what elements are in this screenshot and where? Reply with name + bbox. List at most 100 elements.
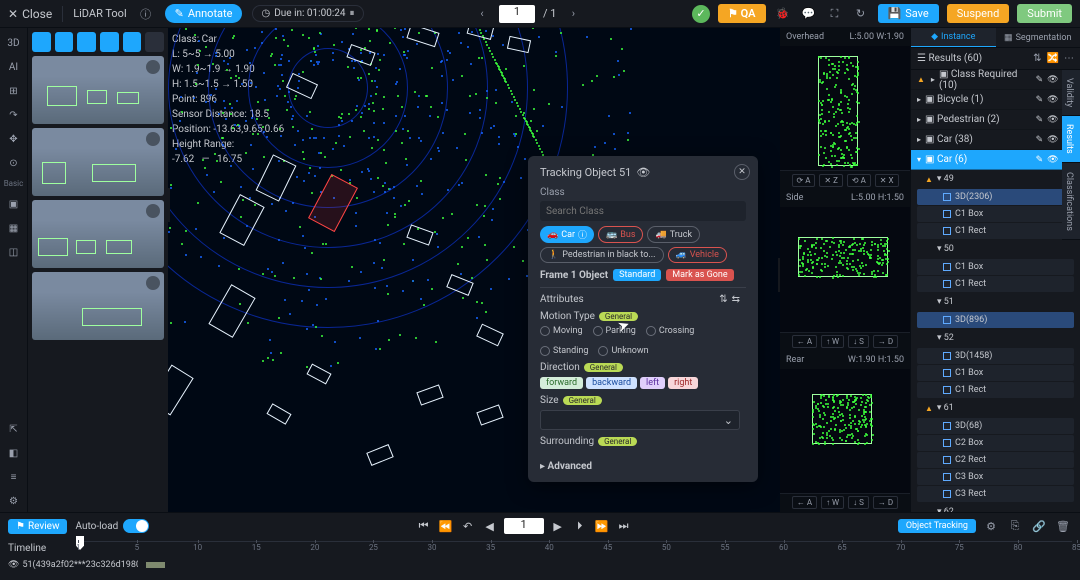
- refresh-icon[interactable]: ↻: [852, 5, 870, 23]
- camera-thumb-2[interactable]: [32, 128, 164, 196]
- res-toggle-icon[interactable]: 🔀: [1047, 53, 1059, 64]
- frame-input[interactable]: 1: [504, 518, 544, 534]
- step-back-icon[interactable]: ↶: [460, 518, 476, 534]
- submit-button[interactable]: Submit: [1017, 4, 1072, 23]
- thumb-tool-4[interactable]: [100, 32, 119, 52]
- object-tracking-button[interactable]: Object Tracking: [898, 519, 976, 533]
- trash-icon[interactable]: 🗑: [1054, 517, 1072, 535]
- sub-row[interactable]: C3 Box: [917, 469, 1074, 485]
- category-row[interactable]: ▸ ▣ Bicycle (1)✎👁🗑: [911, 90, 1080, 110]
- sub-row[interactable]: C2 Box: [917, 435, 1074, 451]
- overhead-view[interactable]: [780, 46, 910, 171]
- sub-row[interactable]: C3 Rect: [917, 486, 1074, 502]
- lidar-canvas[interactable]: Class: Car L: 5~5 → 5.00 W: 1.9~1.9 → 1.…: [168, 28, 780, 512]
- thumb-tool-6[interactable]: [145, 32, 164, 52]
- skip-back-icon[interactable]: ⏮: [416, 518, 432, 534]
- sub-row[interactable]: C1 Rect: [917, 276, 1074, 292]
- tool-3d[interactable]: 3D: [3, 32, 25, 54]
- res-more-icon[interactable]: ⋯: [1064, 53, 1074, 64]
- tab-segmentation[interactable]: ▦ Segmentation: [996, 28, 1080, 47]
- object-row[interactable]: ▲ ▾ 49: [911, 170, 1080, 188]
- chip-truck[interactable]: 🚚 Truck: [647, 226, 700, 243]
- page-prev-icon[interactable]: ‹: [473, 5, 491, 23]
- info-icon[interactable]: ⓘ: [137, 5, 155, 23]
- category-row[interactable]: ▸ ▣ Car (38)✎👁🗑: [911, 130, 1080, 150]
- chip-vehicle[interactable]: 🚙 Vehicle: [668, 247, 727, 263]
- suspend-button[interactable]: Suspend: [947, 4, 1010, 23]
- thumb-tool-1[interactable]: [32, 32, 51, 52]
- tool-move[interactable]: ✥: [3, 128, 25, 150]
- attr-filter-icon[interactable]: ⇅: [719, 294, 727, 305]
- page-input[interactable]: 1: [499, 5, 535, 23]
- sub-row[interactable]: C1 Box: [917, 365, 1074, 381]
- tool-ai[interactable]: AI: [3, 56, 25, 78]
- collapse-handle[interactable]: ‹: [168, 188, 170, 222]
- skip-fwd-icon[interactable]: ⏭: [616, 518, 632, 534]
- bug-icon[interactable]: 🐞: [774, 5, 792, 23]
- next-frame-icon[interactable]: ▶: [550, 518, 566, 534]
- chat-icon[interactable]: 💬: [800, 5, 818, 23]
- res-filter-icon[interactable]: ⇅: [1033, 53, 1041, 64]
- eye-icon[interactable]: [146, 60, 160, 74]
- tool-list[interactable]: ≡: [3, 466, 25, 488]
- prev-frame-icon[interactable]: ◀: [482, 518, 498, 534]
- close-button[interactable]: ✕ Close: [8, 7, 52, 21]
- eye-icon[interactable]: 👁: [636, 166, 650, 179]
- sub-row[interactable]: 3D(2306): [917, 189, 1074, 205]
- mark-gone-tag[interactable]: Mark as Gone: [666, 269, 733, 281]
- radio-standing[interactable]: Standing: [540, 346, 588, 356]
- sub-row[interactable]: C1 Box: [917, 206, 1074, 222]
- standard-tag[interactable]: Standard: [613, 269, 661, 281]
- qa-button[interactable]: ⚑ QA: [718, 4, 766, 23]
- chip-pedestrian[interactable]: 🚶 Pedestrian in black to...: [540, 247, 664, 263]
- category-row[interactable]: ▸ ▣ Pedestrian (2)✎👁🗑: [911, 110, 1080, 130]
- side-view[interactable]: [780, 207, 910, 332]
- category-row[interactable]: ▾ ▣ Car (6)✎👁🗑: [911, 150, 1080, 170]
- camera-thumb-4[interactable]: [32, 272, 164, 340]
- object-row[interactable]: ▾ 52: [911, 329, 1080, 347]
- radio-unknown[interactable]: Unknown: [598, 346, 648, 356]
- tool-lasso[interactable]: ↷: [3, 104, 25, 126]
- tool-shape[interactable]: ▦: [3, 217, 25, 239]
- sub-row[interactable]: 3D(896): [917, 312, 1074, 328]
- rear-view[interactable]: [780, 369, 910, 494]
- tool-grid[interactable]: ⊞: [3, 80, 25, 102]
- category-row[interactable]: ▸ ▣ Class Required (10)✎👁🗑: [911, 70, 1080, 90]
- thumb-tool-3[interactable]: [77, 32, 96, 52]
- play-icon[interactable]: ⏵: [572, 518, 588, 534]
- sidetab-results[interactable]: Results: [1062, 116, 1080, 163]
- tool-target[interactable]: ⊙: [3, 152, 25, 174]
- eye-icon[interactable]: [146, 204, 160, 218]
- class-search-input[interactable]: [540, 201, 746, 221]
- tab-instance[interactable]: ◆ Instance: [911, 28, 996, 47]
- sub-row[interactable]: C1 Rect: [917, 382, 1074, 398]
- link-icon[interactable]: 🔗: [1030, 517, 1048, 535]
- attr-sort-icon[interactable]: ⇆: [732, 294, 740, 305]
- save-button[interactable]: 💾 Save: [878, 4, 939, 23]
- chip-bus[interactable]: 🚌 Bus: [598, 226, 643, 243]
- radio-crossing[interactable]: Crossing: [646, 326, 694, 336]
- tag-left[interactable]: left: [640, 377, 665, 389]
- panel-close-button[interactable]: ✕: [734, 164, 750, 180]
- tool-split[interactable]: ◫: [3, 241, 25, 263]
- eye-icon[interactable]: [146, 132, 160, 146]
- page-next-icon[interactable]: ›: [564, 5, 582, 23]
- tag-backward[interactable]: backward: [586, 377, 637, 389]
- object-row[interactable]: ▾ 51: [911, 293, 1080, 311]
- step-fwd-icon[interactable]: ⏩: [594, 518, 610, 534]
- object-row[interactable]: ▲ ▾ 61: [911, 399, 1080, 417]
- expand-icon[interactable]: ⛶: [826, 5, 844, 23]
- timeline-segment[interactable]: [146, 561, 1072, 569]
- eye-icon[interactable]: [146, 276, 160, 290]
- chip-car[interactable]: 🚗 Car ⓘ: [540, 226, 594, 243]
- tag-forward[interactable]: forward: [540, 377, 583, 389]
- thumb-tool-2[interactable]: [55, 32, 74, 52]
- thumb-tool-5[interactable]: [123, 32, 142, 52]
- radio-moving[interactable]: Moving: [540, 326, 583, 336]
- tag-right[interactable]: right: [668, 377, 698, 389]
- copy-icon[interactable]: ⎘: [1006, 517, 1024, 535]
- review-button[interactable]: ⚑ Review: [8, 519, 67, 534]
- camera-thumb-1[interactable]: [32, 56, 164, 124]
- settings-icon[interactable]: ⚙: [982, 517, 1000, 535]
- sidetab-validity[interactable]: Validity: [1062, 70, 1080, 116]
